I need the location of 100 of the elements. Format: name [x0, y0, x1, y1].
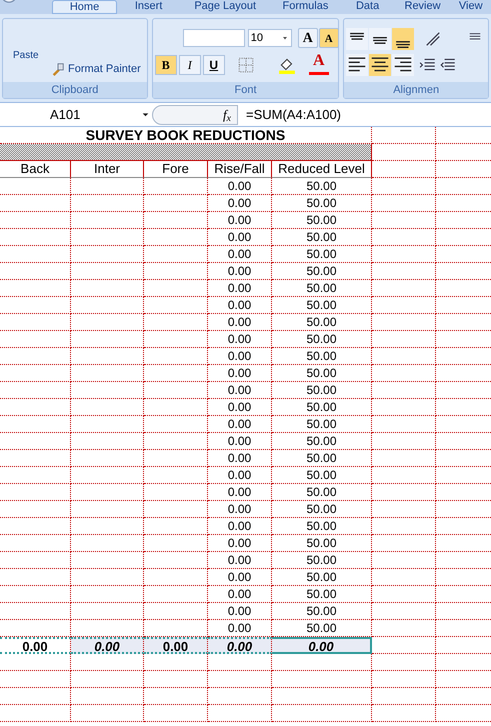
- empty-cell: [0, 518, 71, 535]
- table-cell: 0.00: [208, 433, 272, 450]
- empty-cell: [372, 535, 436, 552]
- empty-cell: [0, 705, 71, 722]
- table-cell: 50.00: [272, 450, 372, 467]
- empty-cell: [372, 603, 436, 620]
- empty-cell: [144, 501, 208, 518]
- table-cell: 50.00: [272, 399, 372, 416]
- font-size-field[interactable]: 10: [248, 29, 292, 47]
- total-cell: 0.00: [208, 637, 272, 654]
- empty-cell: [0, 331, 71, 348]
- ribbon-tab[interactable]: View: [450, 0, 491, 14]
- table-cell: 50.00: [272, 178, 372, 195]
- table-cell: 0.00: [208, 518, 272, 535]
- align-bottom-icon[interactable]: [392, 28, 414, 50]
- empty-cell: [144, 552, 208, 569]
- column-header: Inter: [71, 161, 144, 178]
- empty-cell: [144, 178, 208, 195]
- empty-cell: [0, 280, 71, 297]
- ribbon-tab[interactable]: Formulas: [270, 0, 341, 14]
- table-cell: 50.00: [272, 280, 372, 297]
- empty-cell: [144, 569, 208, 586]
- total-cell: 0.00: [272, 637, 372, 654]
- fill-color-icon[interactable]: [278, 56, 296, 74]
- empty-cell: [0, 569, 71, 586]
- table-cell: 50.00: [272, 518, 372, 535]
- formula-field[interactable]: =SUM(A4:A100): [238, 104, 491, 126]
- empty-cell: [0, 178, 71, 195]
- empty-cell: [144, 586, 208, 603]
- table-cell: 50.00: [272, 467, 372, 484]
- total-cell: 0.00: [144, 637, 208, 654]
- paste-button[interactable]: Paste: [13, 51, 39, 61]
- borders-icon[interactable]: [236, 56, 255, 74]
- empty-cell: [0, 365, 71, 382]
- align-right-icon[interactable]: [392, 54, 414, 76]
- font-name-field[interactable]: [182, 29, 245, 47]
- table-cell: 0.00: [208, 195, 272, 212]
- table-cell: 0.00: [208, 178, 272, 195]
- empty-cell: [372, 484, 436, 501]
- empty-cell: [372, 518, 436, 535]
- ribbon-tab[interactable]: Review: [394, 0, 450, 14]
- table-cell: 0.00: [208, 552, 272, 569]
- group-label: Clipboard: [3, 82, 147, 98]
- table-cell: 50.00: [272, 552, 372, 569]
- empty-cell: [144, 229, 208, 246]
- ribbon-tab[interactable]: Data: [340, 0, 395, 14]
- font-color-button[interactable]: A: [308, 53, 329, 75]
- empty-cell: [144, 399, 208, 416]
- empty-cell: [372, 433, 436, 450]
- shrink-font-button[interactable]: A: [318, 28, 339, 48]
- font-style-button[interactable]: U: [202, 55, 225, 75]
- table-cell: 0.00: [208, 263, 272, 280]
- empty-cell: [0, 195, 71, 212]
- align-left-icon[interactable]: [346, 54, 368, 76]
- empty-cell: [0, 212, 71, 229]
- align-top-icon[interactable]: [346, 28, 368, 50]
- align-middle-icon[interactable]: [369, 28, 392, 50]
- empty-cell: [144, 671, 208, 688]
- empty-cell: [372, 705, 436, 722]
- empty-cell: [144, 348, 208, 365]
- empty-cell: [372, 212, 436, 229]
- ribbon-tab[interactable]: Page Layout: [180, 0, 270, 14]
- empty-cell: [0, 654, 71, 671]
- empty-cell: [208, 705, 272, 722]
- empty-cell: [144, 195, 208, 212]
- table-cell: 0.00: [208, 365, 272, 382]
- ribbon-tab[interactable]: Home: [52, 0, 118, 14]
- empty-cell: [0, 688, 71, 705]
- grow-font-button[interactable]: A: [298, 28, 318, 48]
- empty-cell: [0, 348, 71, 365]
- table-cell: 0.00: [208, 535, 272, 552]
- empty-cell: [0, 467, 71, 484]
- font-style-button[interactable]: B: [154, 55, 177, 75]
- empty-cell: [144, 365, 208, 382]
- empty-cell: [372, 331, 436, 348]
- empty-cell: [208, 688, 272, 705]
- name-box[interactable]: A101: [0, 104, 152, 126]
- empty-cell: [144, 450, 208, 467]
- empty-cell: [372, 195, 436, 212]
- table-cell: 50.00: [272, 586, 372, 603]
- empty-cell: [144, 416, 208, 433]
- empty-cell: [372, 399, 436, 416]
- insert-function-button[interactable]: f$_{x}$: [223, 108, 231, 122]
- table-cell: 50.00: [272, 535, 372, 552]
- table-cell: 50.00: [272, 484, 372, 501]
- empty-cell: [372, 688, 436, 705]
- table-cell: 50.00: [272, 195, 372, 212]
- group-label: Alignmen: [344, 82, 488, 98]
- empty-cell: [0, 535, 71, 552]
- empty-cell: [0, 603, 71, 620]
- table-cell: 50.00: [272, 297, 372, 314]
- empty-cell: [144, 603, 208, 620]
- align-center-icon[interactable]: [369, 54, 392, 76]
- empty-cell: [372, 348, 436, 365]
- empty-cell: [144, 484, 208, 501]
- empty-cell: [372, 501, 436, 518]
- format-painter-button[interactable]: Format Painter: [51, 61, 141, 78]
- empty-cell: [144, 263, 208, 280]
- font-style-button[interactable]: I: [178, 55, 201, 75]
- ribbon-tab[interactable]: Insert: [117, 0, 180, 14]
